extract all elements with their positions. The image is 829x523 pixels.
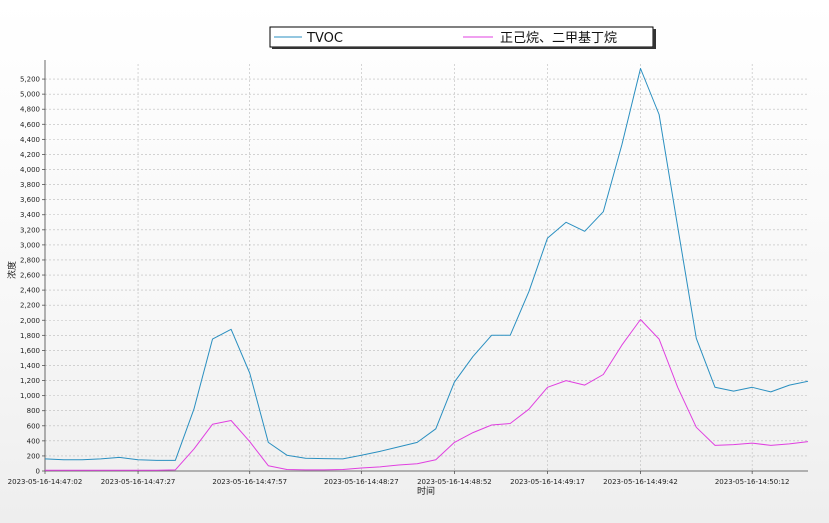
series-line-tvoc (44, 68, 809, 461)
y-tick-label: 3,800 (20, 181, 40, 189)
x-tick-label: 2023-05-16-14:50:12 (715, 478, 790, 486)
axes: 0 200 400 600 800 1,000 1,200 1,400 1,600 1,800 2,… (8, 60, 808, 486)
y-tick-label: 4,600 (20, 121, 40, 129)
series-lines (44, 68, 809, 471)
chart-svg: 0 200 400 600 800 1,000 1,200 1,400 1,600 1,800 2,… (6, 26, 809, 497)
y-tick-label: 2,800 (20, 256, 40, 264)
y-axis-title: 浓度 (6, 261, 18, 279)
x-axis-title: 时间 (417, 485, 435, 497)
y-tick-label: 2,600 (20, 272, 40, 280)
x-tick-label: 2023-05-16-14:47:27 (101, 478, 176, 486)
series-line-hexane (45, 319, 809, 471)
grid (45, 64, 808, 471)
legend-shadow-right (653, 29, 656, 49)
y-tick-label: 1,800 (20, 332, 40, 340)
legend-tvoc-label: TVOC (306, 31, 343, 46)
y-tick-label: 400 (27, 437, 40, 445)
y-tick-label: 4,000 (20, 166, 40, 174)
y-tick-label: 1,600 (20, 347, 40, 355)
y-tick-label: 2,200 (20, 302, 40, 310)
y-tick-label: 2,000 (20, 317, 40, 325)
line-chart: 0 200 400 600 800 1,000 1,200 1,400 1,600 1,800 2,… (0, 0, 829, 523)
x-tick-label: 2023-05-16-14:49:42 (603, 478, 678, 486)
y-tick-label: 4,800 (20, 106, 40, 114)
y-tick-label: 600 (27, 422, 40, 430)
x-tick-label: 2023-05-16-14:47:02 (8, 478, 83, 486)
x-tick-label: 2023-05-16-14:49:17 (510, 478, 585, 486)
y-tick-label: 200 (27, 452, 40, 460)
y-tick-label: 3,600 (20, 196, 40, 204)
y-tick-label: 1,000 (20, 392, 40, 400)
y-tick-label: 3,000 (20, 241, 40, 249)
y-tick-label: 5,000 (20, 91, 40, 99)
legend-hexane-label: 正己烷、二甲基丁烷 (500, 31, 617, 46)
y-tick-label: 2,400 (20, 287, 40, 295)
y-tick-label: 4,400 (20, 136, 40, 144)
y-tick-label: 5,200 (20, 76, 40, 84)
y-tick-label: 0 (36, 468, 40, 476)
y-tick-label: 3,400 (20, 211, 40, 219)
y-tick-label: 800 (27, 407, 40, 415)
x-tick-label: 2023-05-16-14:47:57 (212, 478, 287, 486)
y-tick-label: 1,400 (20, 362, 40, 370)
y-tick-label: 1,200 (20, 377, 40, 385)
y-tick-label: 3,200 (20, 226, 40, 234)
legend: TVOC 正己烷、二甲基丁烷 (269, 26, 656, 49)
x-tick-label: 2023-05-16-14:48:27 (324, 478, 399, 486)
y-tick-label: 4,200 (20, 151, 40, 159)
x-tick-label: 2023-05-16-14:48:52 (417, 478, 492, 486)
legend-shadow-bottom (272, 47, 656, 49)
